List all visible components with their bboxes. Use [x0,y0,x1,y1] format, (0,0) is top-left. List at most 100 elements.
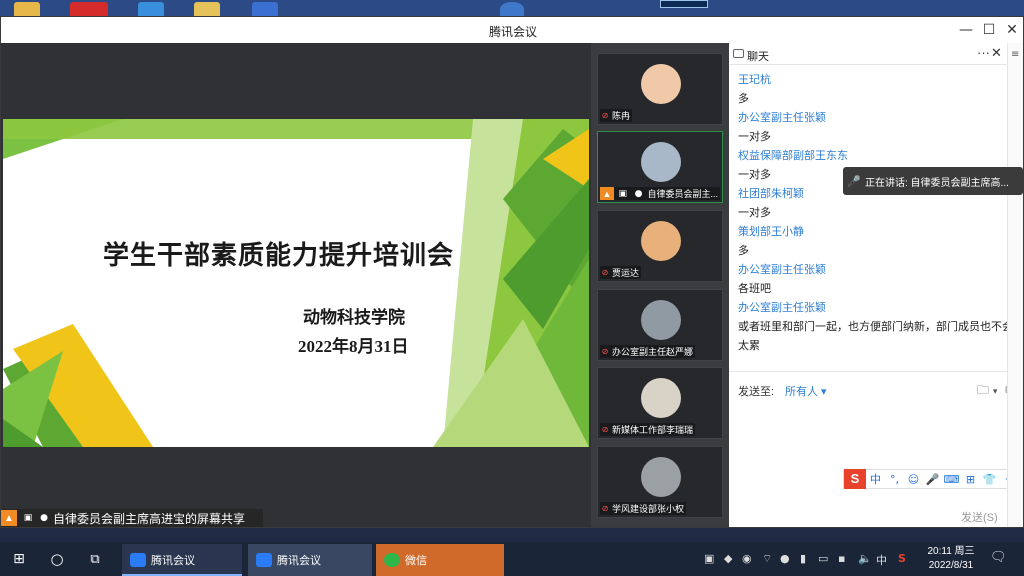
microphone-icon[interactable]: 🎤 [923,473,942,486]
tray-app-icon[interactable]: ◆ [724,552,732,565]
taskbar-app[interactable]: 微信 [376,544,504,576]
notification-icon[interactable]: 🗨 [990,550,1007,565]
chat-title: 聊天 [747,51,769,63]
task-view-icon[interactable]: ⧉ [84,542,106,576]
side-toolbar: ≡ [1007,43,1023,527]
ime-indicator[interactable]: 中 [876,552,887,568]
taskbar: ⊞ ○ ⧉ 腾讯会议 腾讯会议 微信 ▣ ◆ ◉ ⌔ ● ▮ ▭ ▪ 🔈 中 S… [0,542,1024,576]
ime-mode-button[interactable]: 中 [866,471,885,487]
app-shortcut-icon[interactable] [70,2,108,16]
battery-icon[interactable]: ▭ [818,552,828,565]
taskbar-app[interactable]: 腾讯会议 [248,544,372,576]
taskbar-app-label: 腾讯会议 [277,555,321,567]
participant-tile[interactable]: ▲ ▣ ● 自律委员会副主... [597,131,723,203]
avatar [641,457,681,497]
wechat-icon [384,553,400,567]
wechat-tray-icon[interactable]: ◉ [742,552,752,565]
participant-name: 陈冉 [612,111,631,121]
search-icon[interactable]: ○ [46,542,68,576]
chat-message-text: 多 [738,93,749,105]
maximize-button[interactable]: ☐ [978,20,1000,40]
folder-icon[interactable] [194,2,220,16]
taskbar-app[interactable]: 腾讯会议 [122,544,242,576]
file-icon[interactable]: 🗀 [977,383,989,397]
wifi-icon[interactable]: ⌔ [762,552,772,566]
shared-screen[interactable]: 学生干部素质能力提升培训会 动物科技学院 2022年8月31日 ▲ ▣ ● 自律… [1,43,591,527]
slide-background-shapes [3,119,589,447]
mic-muted-icon: ⊘ [601,346,609,356]
presentation-slide: 学生干部素质能力提升培训会 动物科技学院 2022年8月31日 [3,119,589,447]
speaking-indicator: 🎤 正在讲话: 自律委员会副主席高... [843,167,1023,195]
tray-app-icon[interactable]: ● [780,552,790,565]
chat-message-text: 一对多 [738,207,771,219]
chat-header: 聊天 ··· ✕ [729,43,1023,65]
avatar [641,300,681,340]
chat-message-list[interactable]: 王玘杭多办公室副主任张颖 一对多 权益保障部副部王东东 一对多 社团部朱柯颖 一对多 策划部… [738,71,1018,356]
chat-icon [733,49,744,58]
mic-muted-icon: ⊘ [601,267,609,277]
chat-sender[interactable]: 办公室副主任张颖 [738,109,1018,128]
slide-subtitle: 动物科技学院 [303,308,405,327]
folder-icon[interactable] [14,2,40,16]
screen-share-icon: ▣ [618,188,627,199]
windows-start-icon[interactable]: ⊞ [8,542,30,576]
screen-share-icon: ▣ [23,513,33,523]
window-title: 腾讯会议 [488,25,537,39]
chat-sender[interactable]: 王玘杭 [738,71,1018,90]
menu-icon[interactable]: ≡ [1011,49,1019,60]
send-button[interactable]: 发送(S) [961,509,998,525]
sogou-tray-icon[interactable]: S [898,552,906,565]
avatar [641,142,681,182]
tencent-meeting-icon [130,553,146,567]
more-options-button[interactable]: ··· [977,45,990,60]
screen-share-bar: ▲ ▣ ● 自律委员会副主席高进宝的屏幕共享 [1,509,263,527]
divider [729,371,1023,372]
clock-date: 2022/8/31 [928,560,974,571]
document-icon[interactable] [252,2,278,16]
chat-panel: 聊天 ··· ✕ 王玘杭多办公室副主任张颖 一对多 权益保障部副部王东东 一对多 社团部… [729,43,1023,527]
chat-sender[interactable]: 策划部王小静 [738,223,1018,242]
user-icon: ▲ [600,187,614,200]
minimize-button[interactable]: — [955,20,977,40]
chevron-down-icon[interactable]: ▾ [993,387,998,397]
screen-share-label: 自律委员会副主席高进宝的屏幕共享 [53,511,246,526]
desktop-background [0,0,1024,16]
skin-icon[interactable]: 👕 [980,473,999,486]
emoji-icon[interactable]: ☺ [904,473,923,486]
close-window-button[interactable]: ✕ [1001,20,1023,40]
user-icon: ▲ [1,510,17,526]
usb-icon[interactable]: ▮ [800,552,806,565]
toolbox-icon[interactable]: ⊞ [961,473,980,486]
avatar [641,64,681,104]
chat-sender[interactable]: 权益保障部副部王东东 [738,147,1018,166]
close-chat-button[interactable]: ✕ [991,46,1002,61]
keyboard-icon[interactable]: ⌨ [942,473,961,486]
participant-tile[interactable]: ⊘ 贾运达 [597,210,723,282]
chat-message-text: 或者班里和部门一起，也方便部门纳新，部门成员也不会太累 [738,321,1013,352]
sogou-logo-icon[interactable]: S [844,469,866,489]
mic-muted-icon: ⊘ [601,110,609,120]
tray-app-icon[interactable]: ▪ [838,552,845,565]
clock-time: 20:11 周三 [927,546,975,557]
chat-sender[interactable]: 办公室副主任张颖 [738,261,1018,280]
speaking-text: 正在讲话: 自律委员会副主席高... [865,177,1009,189]
participant-tile[interactable]: ⊘ 学风建设部张小权 [597,446,723,518]
participant-name: 学风建设部张小权 [612,504,685,514]
punctuation-icon[interactable]: °, [885,473,904,486]
avatar [641,378,681,418]
participant-tile[interactable]: ⊘ 办公室副主任赵严娜 [597,289,723,361]
avatar [641,221,681,261]
send-target-dropdown[interactable]: 所有人 ▾ [785,383,827,399]
tray-app-icon[interactable]: ▣ [704,552,714,565]
chat-message-text: 多 [738,245,749,257]
ime-toolbar[interactable]: S 中 °, ☺ 🎤 ⌨ ⊞ 👕 ⁘ [843,469,1021,489]
microphone-icon: ● [634,188,643,199]
clock[interactable]: 20:11 周三 2022/8/31 [924,545,978,573]
browser-icon[interactable] [138,2,164,16]
tencent-meeting-icon [256,553,272,567]
participant-tile[interactable]: ⊘ 新媒体工作部李瑞瑞 [597,367,723,439]
participant-tile[interactable]: ⊘ 陈冉 [597,53,723,125]
chat-sender[interactable]: 办公室副主任张颖 [738,299,1018,318]
microphone-icon: 🎤 [847,174,861,188]
volume-icon[interactable]: 🔈 [858,552,872,565]
